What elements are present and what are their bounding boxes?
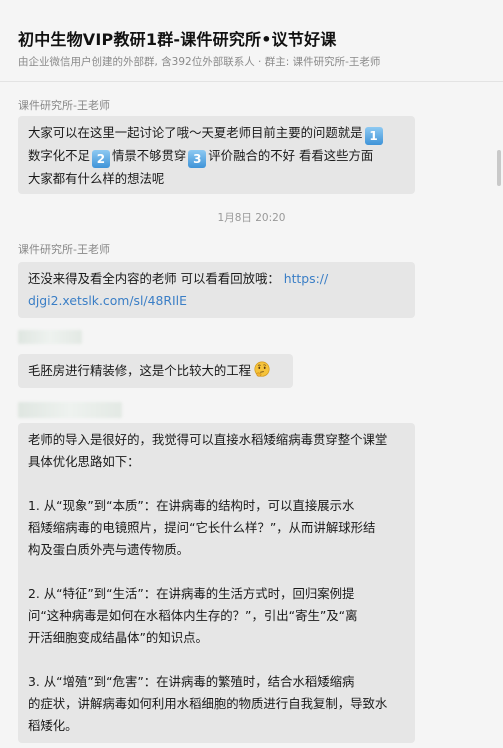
message-text: 3. 从“增殖”到“危害”：在讲病毒的繁殖时，结合水稻矮缩病 [28,674,355,689]
message-text: 稻矮化。 [28,718,78,733]
thinking-face-icon [254,361,270,377]
chat-header: 初中生物VIP教研1群-课件研究所•议节好课 由企业微信用户创建的外部群, 含3… [0,0,503,82]
message-text: 毛胚房进行精装修，这是个比较大的工程 [28,363,252,378]
redacted-sender-name [18,402,122,418]
message-text: 稻矮缩病毒的电镜照片，提问“它长什么样？”，从而讲解球形结 [28,520,376,535]
replay-link[interactable]: https:// [284,271,328,286]
message-text: 评价融合的不好 看看这些方面 [208,148,374,163]
message-sender[interactable]: 课件研究所-王老师 [18,241,110,257]
message-text: 大家可以在这里一起讨论了哦～天夏老师目前主要的问题就是 [28,125,363,140]
replay-link[interactable]: djgi2.xetslk.com/sl/48RIlE [28,290,405,312]
message-bubble[interactable]: 还没来得及看全内容的老师 可以看看回放哦： https:// djgi2.xet… [18,262,415,318]
message-text: 问“这种病毒是如何在水稻体内生存的？”，引出“寄生”及“离 [28,608,358,623]
message-line: 数字化不足 2 情景不够贯穿 3 评价融合的不好 看看这些方面 [28,145,405,168]
message-text: 具体优化思路如下： [28,454,140,469]
message-bubble[interactable]: 毛胚房进行精装修，这是个比较大的工程 [18,354,293,388]
message-text: 数字化不足 [28,148,90,163]
keycap-3-icon: 3 [188,150,207,168]
chat-title[interactable]: 初中生物VIP教研1群-课件研究所•议节好课 [18,26,336,50]
message-bubble[interactable]: 老师的导入是很好的，我觉得可以直接水稻矮缩病毒贯穿整个课堂 具体优化思路如下： … [18,423,415,743]
scrollbar-thumb[interactable] [497,150,501,186]
timestamp: 1月8日 20:20 [217,212,286,224]
message-text: 1. 从“现象”到“本质”：在讲病毒的结构时，可以直接展示水 [28,498,355,513]
message-text: 大家都有什么样的想法呢 [28,171,165,186]
keycap-2-icon: 2 [91,150,110,168]
message-sender[interactable]: 课件研究所-王老师 [18,97,110,113]
chat-subtitle: 由企业微信用户创建的外部群, 含392位外部联系人 · 群主: 课件研究所-王老… [18,56,381,68]
message-bubble[interactable]: 大家可以在这里一起讨论了哦～天夏老师目前主要的问题就是 1 数字化不足 2 情景不够贯… [18,116,415,194]
message-text: 情景不够贯穿 [111,148,187,163]
message-text: 还没来得及看全内容的老师 可以看看回放哦： [28,271,280,286]
message-text: 2. 从“特征”到“生活”：在讲病毒的生活方式时，回归案例提 [28,586,355,601]
redacted-sender-name [18,330,82,344]
message-line: 大家可以在这里一起讨论了哦～天夏老师目前主要的问题就是 1 [28,122,405,145]
keycap-1-icon: 1 [364,127,383,145]
message-text: 构及蛋白质外壳与遗传物质。 [28,542,190,557]
message-text: 老师的导入是很好的，我觉得可以直接水稻矮缩病毒贯穿整个课堂 [28,432,388,447]
message-text: 开活细胞变成结晶体”的知识点。 [28,630,208,645]
message-text: 的症状，讲解病毒如何利用水稻细胞的物质进行自我复制，导致水 [28,696,388,711]
